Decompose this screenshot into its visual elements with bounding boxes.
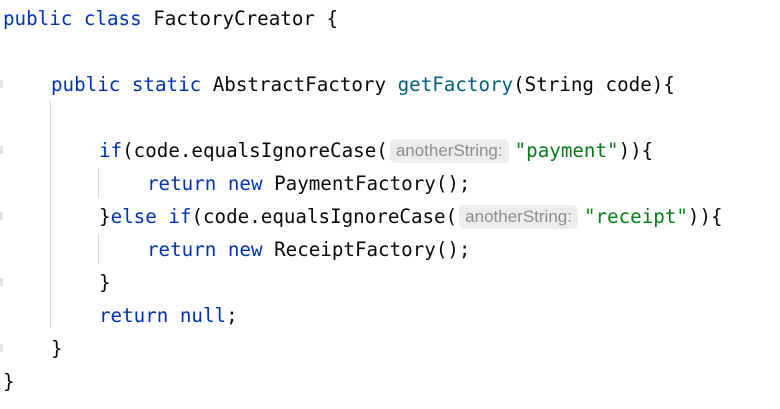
keyword: public — [3, 7, 73, 30]
brace: { — [326, 7, 339, 30]
keyword: if — [99, 139, 123, 162]
semicolon: ; — [226, 304, 238, 327]
code-line-return-null[interactable]: return null; — [99, 299, 238, 332]
string-literal: "payment" — [514, 139, 619, 162]
gutter-marker — [0, 80, 3, 88]
code-line-closing-brace[interactable]: } — [99, 266, 111, 299]
brace: } — [51, 337, 63, 360]
gutter-marker — [0, 212, 3, 220]
parameter-hint: anotherString: — [459, 204, 578, 229]
code-line-class-close[interactable]: } — [3, 365, 15, 398]
parameters: (String code){ — [513, 73, 675, 96]
code-line-return-payment[interactable]: return new PaymentFactory(); — [147, 167, 470, 200]
code-line-method-declaration[interactable]: public static AbstractFactory getFactory… — [51, 68, 675, 101]
brace: } — [3, 370, 15, 393]
keyword: class — [83, 7, 142, 30]
keyword: static — [131, 73, 202, 96]
gutter-marker — [0, 146, 3, 154]
constructor-call: ReceiptFactory(); — [274, 238, 471, 261]
class-name: FactoryCreator — [153, 7, 315, 30]
brace: } — [99, 271, 111, 294]
code-line-if[interactable]: if (code.equalsIgnoreCase(anotherString: "… — [99, 134, 653, 167]
keyword: public — [51, 73, 121, 96]
indent-guide — [98, 168, 99, 198]
code-line-else-if[interactable]: } else if (code.equalsIgnoreCase(anotherSt… — [99, 200, 723, 233]
gutter-marker — [0, 278, 3, 286]
code-editor[interactable]: public class FactoryCreator { public sta… — [0, 0, 780, 409]
indent-guide — [98, 234, 99, 264]
keyword: new — [227, 172, 263, 195]
string-literal: "receipt" — [583, 205, 688, 228]
code-line-method-close[interactable]: } — [51, 332, 63, 365]
expression: (code.equalsIgnoreCase( — [122, 139, 388, 162]
code-line-return-receipt[interactable]: return new ReceiptFactory(); — [147, 233, 470, 266]
keyword: null — [179, 304, 227, 327]
type-name: AbstractFactory — [212, 73, 387, 96]
keyword: return — [147, 238, 217, 261]
expression-tail: )){ — [687, 205, 723, 228]
keyword: new — [227, 238, 263, 261]
keyword: return — [99, 304, 169, 327]
keyword: if — [168, 205, 192, 228]
code-line-class-declaration[interactable]: public class FactoryCreator { — [3, 2, 338, 35]
expression: (code.equalsIgnoreCase( — [191, 205, 458, 228]
keyword: return — [147, 172, 217, 195]
keyword: else — [110, 205, 157, 228]
method-name: getFactory — [397, 73, 514, 96]
gutter-marker — [0, 344, 3, 352]
expression-tail: )){ — [618, 139, 654, 162]
parameter-hint: anotherString: — [389, 138, 509, 163]
constructor-call: PaymentFactory(); — [274, 172, 471, 195]
brace: } — [99, 205, 111, 228]
indent-guide — [50, 101, 51, 327]
